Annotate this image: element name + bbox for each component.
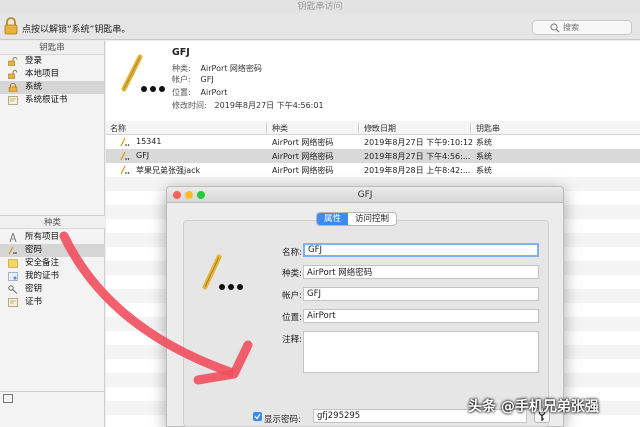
tab-attributes[interactable]: 属性 bbox=[317, 213, 349, 225]
dialog-titlebar: GFJ bbox=[167, 187, 563, 203]
zoom-button[interactable] bbox=[197, 191, 205, 199]
dialog-title: GFJ bbox=[357, 190, 373, 200]
detail-account: 帐户: GFJ bbox=[172, 75, 214, 84]
detail-where: 位置: AirPort bbox=[172, 88, 228, 97]
comments-field[interactable] bbox=[303, 331, 539, 373]
sidebar-item-system-roots[interactable]: 系统根证书 bbox=[0, 94, 104, 107]
show-password-label: 显示密码: bbox=[264, 415, 301, 425]
sidebar-item-label: 密码 bbox=[25, 245, 43, 255]
category-all-items[interactable]: 所有项目 bbox=[0, 231, 105, 244]
sidebar-item-label: 系统根证书 bbox=[25, 95, 68, 105]
dialog-tabs: 属性 访问控制 bbox=[316, 212, 398, 226]
category-secure-notes[interactable]: 安全备注 bbox=[0, 257, 105, 270]
column-keychain[interactable]: 钥匙串 bbox=[476, 123, 500, 134]
sidebar-bottom-bar bbox=[0, 391, 105, 405]
keychains-header: 钥匙串 bbox=[0, 41, 104, 55]
search-field[interactable] bbox=[532, 20, 632, 35]
kind-label: 种类: bbox=[282, 269, 302, 279]
account-field[interactable] bbox=[303, 287, 539, 301]
name-label: 名称: bbox=[282, 248, 302, 258]
password-icon bbox=[120, 151, 130, 161]
sidebar-item-label: 安全备注 bbox=[25, 258, 60, 268]
toggle-sidebar-icon[interactable] bbox=[3, 394, 13, 403]
lock-open-icon bbox=[8, 57, 18, 66]
name-field[interactable] bbox=[303, 243, 539, 257]
sidebar-item-label: 登录 bbox=[25, 56, 43, 66]
account-label: 帐户: bbox=[282, 291, 302, 301]
toolbar: 点按以解锁“系统”钥匙串。 bbox=[0, 14, 640, 40]
sidebar-item-login[interactable]: 登录 bbox=[0, 55, 104, 68]
table-row[interactable]: GFJ AirPort 网络密码 2019年8月27日 下午4:56:... 系… bbox=[106, 149, 640, 163]
sidebar-item-system[interactable]: 系统 bbox=[0, 81, 104, 94]
detail-modified: 修改时间: 2019年8月27日 下午4:56:01 bbox=[172, 101, 324, 110]
category-keys[interactable]: 密钥 bbox=[0, 283, 105, 296]
my-cert-icon bbox=[8, 272, 18, 281]
table-row[interactable]: 15341 AirPort 网络密码 2019年8月27日 下午9:10:12 … bbox=[106, 135, 640, 149]
kind-field[interactable] bbox=[303, 265, 539, 279]
where-field[interactable] bbox=[303, 309, 539, 323]
sidebar-item-label: 所有项目 bbox=[25, 232, 60, 242]
certificate-icon bbox=[8, 96, 18, 105]
tab-access-control[interactable]: 访问控制 bbox=[348, 213, 396, 225]
column-date[interactable]: 修改日期 bbox=[364, 123, 396, 134]
lock-open-icon bbox=[8, 70, 18, 79]
sidebar-item-label: 密钥 bbox=[25, 284, 43, 294]
minimize-button[interactable] bbox=[185, 191, 193, 199]
search-input[interactable] bbox=[563, 22, 627, 33]
detail-kind: 种类: AirPort 网络密码 bbox=[172, 64, 262, 73]
password-item-icon bbox=[202, 254, 243, 290]
table-row[interactable]: 苹果兄弟张强jack AirPort 网络密码 2019年8月28日 上午8:4… bbox=[106, 163, 640, 177]
close-button[interactable] bbox=[173, 191, 181, 199]
key-icon bbox=[8, 285, 18, 294]
watermark: 头条 @手机兄弟张强 bbox=[468, 399, 599, 415]
unlock-hint: 点按以解锁“系统”钥匙串。 bbox=[22, 25, 131, 35]
where-label: 位置: bbox=[282, 313, 302, 323]
password-icon bbox=[120, 137, 130, 147]
sidebar-item-label: 系统 bbox=[25, 82, 43, 92]
sidebar: 钥匙串 登录 本地项目 系统 系统根证书 种类 所有项目 密码 安全备注 我的证… bbox=[0, 41, 105, 427]
checkmark-icon bbox=[254, 413, 261, 420]
note-icon bbox=[8, 259, 18, 268]
show-password-checkbox[interactable] bbox=[253, 412, 262, 421]
all-items-icon bbox=[9, 233, 17, 242]
search-icon bbox=[550, 23, 560, 33]
detail-title: GFJ bbox=[172, 47, 190, 58]
lock-icon bbox=[8, 83, 18, 92]
column-name[interactable]: 名称 bbox=[110, 123, 126, 134]
lock-icon[interactable] bbox=[4, 17, 18, 35]
certificate-icon bbox=[8, 298, 18, 307]
category-my-certificates[interactable]: 我的证书 bbox=[0, 270, 105, 283]
item-detail-header: GFJ 种类: AirPort 网络密码 帐户: GFJ 位置: AirPort… bbox=[106, 41, 640, 121]
window-title: 钥匙串访问 bbox=[0, 0, 640, 14]
category-certificates[interactable]: 证书 bbox=[0, 296, 105, 309]
sidebar-item-local[interactable]: 本地项目 bbox=[0, 68, 104, 81]
item-info-dialog: GFJ 名称: 种类: 帐户: 位置: 注释: 显示密码: 属性 访问控制 bbox=[166, 186, 564, 427]
sidebar-item-label: 我的证书 bbox=[25, 271, 60, 281]
table-header: 名称 种类 修改日期 钥匙串 bbox=[106, 121, 640, 135]
password-item-icon bbox=[121, 54, 165, 92]
categories-header: 种类 bbox=[0, 215, 105, 229]
sidebar-item-label: 本地项目 bbox=[25, 69, 60, 79]
sidebar-item-label: 证书 bbox=[25, 297, 43, 307]
comments-label: 注释: bbox=[282, 335, 302, 345]
category-passwords[interactable]: 密码 bbox=[0, 244, 105, 257]
column-kind[interactable]: 种类 bbox=[272, 123, 288, 134]
password-icon bbox=[8, 246, 17, 255]
password-icon bbox=[120, 165, 130, 175]
